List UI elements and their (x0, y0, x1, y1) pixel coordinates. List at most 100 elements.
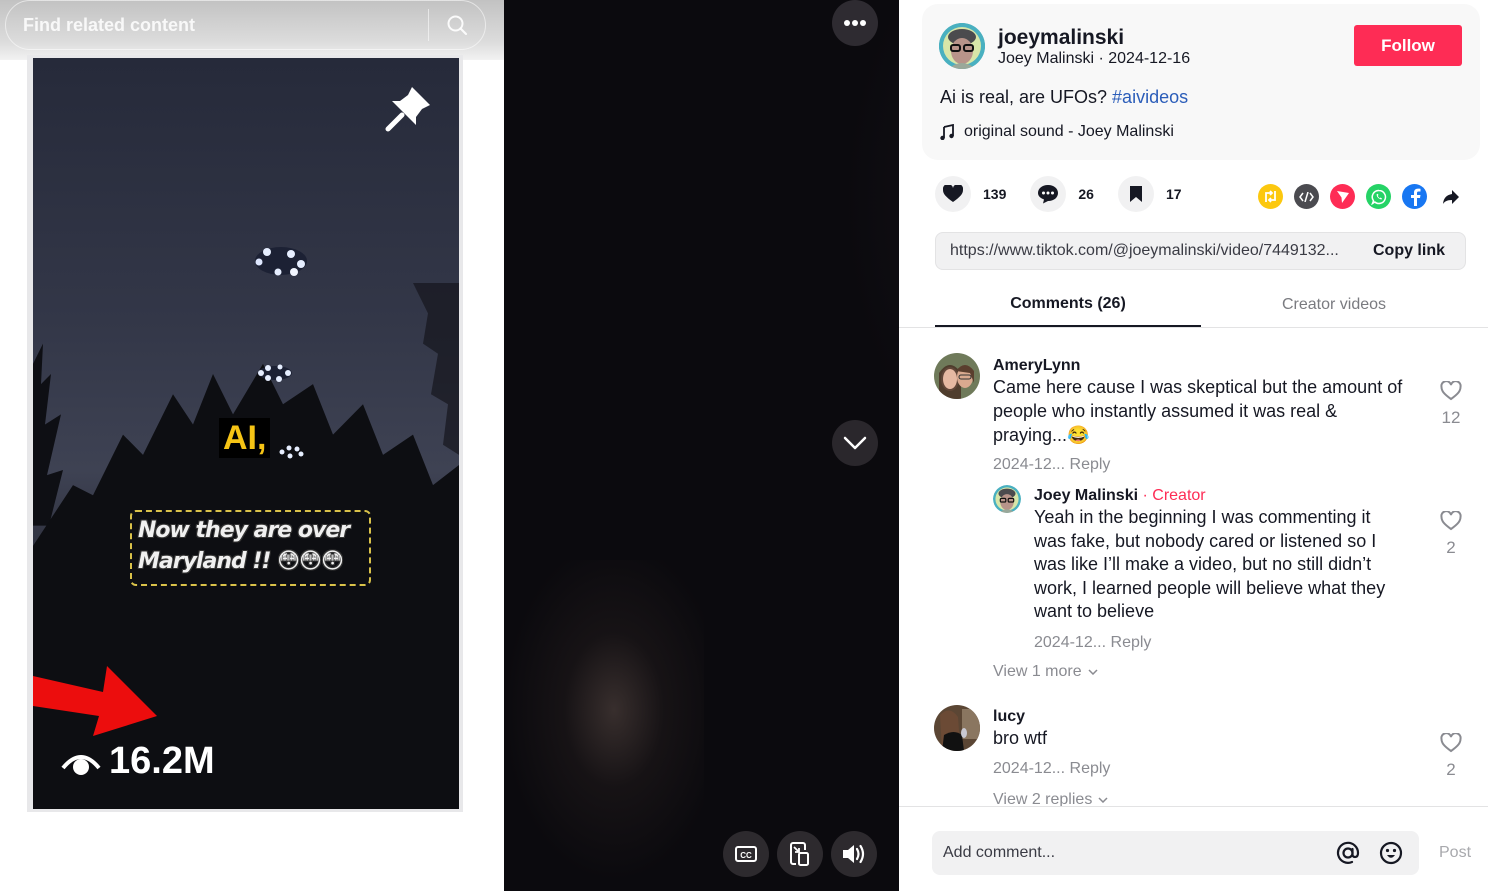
comment-like-button[interactable]: 12 (1437, 380, 1465, 428)
comment-text: bro wtf (993, 728, 1048, 748)
reply-author-name[interactable]: Joey Malinski (1034, 487, 1138, 504)
tab-comments[interactable]: Comments (26) (935, 283, 1201, 327)
video-link-box: https://www.tiktok.com/@joeymalinski/vid… (935, 232, 1466, 270)
comment-author[interactable]: AmeryLynn (993, 357, 1080, 375)
emoji-button[interactable] (1376, 838, 1406, 868)
more-options-button[interactable] (832, 0, 878, 46)
reply-reply-button[interactable]: Reply (1111, 634, 1152, 651)
like-count: 139 (983, 186, 1007, 202)
music-note-icon (940, 124, 954, 140)
mention-button[interactable] (1333, 838, 1363, 868)
reply-meta: 2024-12... Reply (1034, 634, 1151, 652)
video-area: AI, Now they are over Maryland !! 😳😳😳 16… (0, 0, 899, 891)
captions-button[interactable]: CC (723, 831, 769, 877)
comment-bubble-icon (1038, 185, 1059, 204)
video-caption-line1: Now they are over (138, 518, 350, 543)
miniplayer-button[interactable] (777, 831, 823, 877)
comment-input-box (932, 831, 1419, 875)
pin-icon (385, 87, 430, 132)
whatsapp-icon (1370, 189, 1386, 205)
like-button[interactable]: 139 (935, 176, 1006, 212)
view-more-replies-button[interactable]: View 1 more (993, 663, 1098, 681)
save-button[interactable]: 17 (1117, 176, 1182, 212)
reply-text: Yeah in the beginning I was commenting i… (1034, 507, 1386, 621)
reply-button[interactable]: Reply (1070, 456, 1111, 473)
chevron-down-icon (843, 436, 867, 450)
comment-like-count: 12 (1441, 408, 1461, 427)
svg-text:CC: CC (740, 851, 752, 860)
share-arrow-icon (1442, 189, 1459, 204)
author-name-date: Joey Malinski · 2024-12-16 (998, 50, 1191, 67)
facebook-share-button[interactable] (1402, 184, 1427, 209)
reply-button[interactable]: Reply (1070, 760, 1111, 777)
comment-date: 2024-12... (993, 760, 1066, 777)
comment-list[interactable]: AmeryLynn Came here cause I was skeptica… (899, 329, 1488, 806)
ufo-small (279, 445, 304, 459)
comment-composer: Post (899, 806, 1488, 891)
whatsapp-share-button[interactable] (1366, 184, 1391, 209)
post-description: Ai is real, are UFOs? #aivideos (940, 87, 1188, 108)
heart-outline-icon (1440, 510, 1462, 531)
red-arrow-graphic (33, 666, 157, 736)
video-url[interactable]: https://www.tiktok.com/@joeymalinski/vid… (936, 242, 1363, 260)
send-to-friends-button[interactable] (1330, 184, 1355, 209)
save-count: 17 (1165, 186, 1182, 202)
comment-like-button[interactable]: 2 (1437, 732, 1465, 780)
view-replies-button[interactable]: View 2 replies (993, 791, 1108, 806)
bookmark-icon (1129, 186, 1142, 202)
reply-like-button[interactable]: 2 (1437, 510, 1465, 558)
embed-button[interactable] (1294, 184, 1319, 209)
chevron-down-icon (1088, 669, 1098, 675)
more-share-button[interactable] (1438, 184, 1463, 209)
reply-avatar[interactable] (993, 485, 1021, 513)
repost-icon (1265, 190, 1276, 203)
engagement-actions: 139 26 17 (935, 176, 1206, 212)
view-count-overlay: 16.2M (61, 740, 215, 783)
related-search-input[interactable] (6, 14, 428, 36)
description-text: Ai is real, are UFOs? (940, 87, 1113, 107)
post-comment-button[interactable]: Post (1439, 844, 1471, 862)
reply-date: 2024-12... (1034, 634, 1107, 651)
volume-icon (843, 844, 865, 864)
ufo-large (255, 247, 307, 276)
repost-button[interactable] (1258, 184, 1283, 209)
music-link[interactable]: original sound - Joey Malinski (940, 123, 1174, 141)
comment-button[interactable]: 26 (1030, 176, 1094, 212)
post-info-card: joeymalinski Joey Malinski · 2024-12-16 … (922, 4, 1480, 160)
author-handle[interactable]: joeymalinski (998, 26, 1124, 50)
commenter-avatar[interactable] (934, 705, 980, 751)
follow-button[interactable]: Follow (1354, 25, 1462, 66)
next-video-button[interactable] (832, 420, 878, 466)
ellipsis-icon (844, 20, 866, 26)
paper-plane-icon (1336, 190, 1349, 203)
comment-date: 2024-12... (993, 456, 1066, 473)
comment-meta: 2024-12... Reply (993, 760, 1110, 778)
search-button[interactable] (429, 0, 485, 50)
tab-creator-videos[interactable]: Creator videos (1201, 283, 1467, 327)
emoji-icon (1379, 841, 1403, 865)
copy-link-button[interactable]: Copy link (1363, 242, 1465, 260)
commenter-avatar[interactable] (934, 353, 980, 399)
comment-meta: 2024-12... Reply (993, 456, 1110, 474)
comment-input[interactable] (932, 844, 1333, 862)
chevron-down-icon (1098, 797, 1108, 803)
author-avatar[interactable] (939, 23, 985, 69)
video-frame-thumbnail: AI, Now they are over Maryland !! 😳😳😳 16… (27, 55, 463, 812)
heart-icon (943, 185, 963, 202)
creator-badge: · Creator (1138, 487, 1206, 504)
heart-outline-icon (1440, 380, 1462, 401)
reply-like-count: 2 (1446, 538, 1456, 557)
detail-panel: joeymalinski Joey Malinski · 2024-12-16 … (899, 0, 1488, 891)
comment-text: Came here cause I was skeptical but the … (993, 377, 1403, 445)
related-search-bar (5, 0, 486, 50)
panel-tabs: Comments (26) Creator videos (899, 283, 1488, 328)
reply-author: Joey Malinski · Creator (1034, 487, 1206, 505)
comment-author[interactable]: lucy (993, 708, 1025, 726)
facebook-icon (1410, 188, 1420, 206)
video-caption-box: Now they are over Maryland !! 😳😳😳 (130, 510, 371, 586)
video-frame-image: AI, Now they are over Maryland !! 😳😳😳 16… (33, 58, 459, 809)
eye-icon (61, 754, 101, 775)
volume-button[interactable] (831, 831, 877, 877)
ufo-medium (258, 364, 292, 382)
hashtag-link[interactable]: #aivideos (1112, 87, 1188, 107)
